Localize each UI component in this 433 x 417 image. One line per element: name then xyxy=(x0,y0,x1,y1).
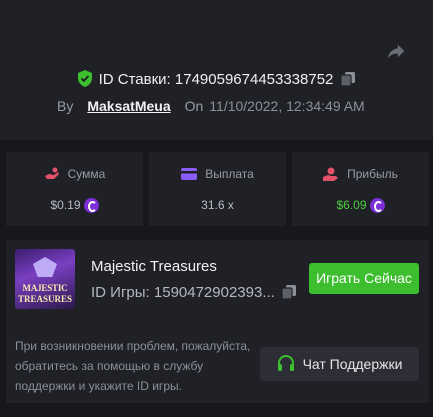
game-name: Majestic Treasures xyxy=(91,258,217,275)
support-help-text: При возникновении проблем, пожалуйста, о… xyxy=(15,339,251,393)
on-label: On xyxy=(184,98,204,114)
stat-amount-value: $0.19 xyxy=(50,198,81,212)
game-panel: MAJESTIC TREASURES Majestic Treasures ID… xyxy=(6,240,429,403)
bet-id-value: 1749059674453338752 xyxy=(174,71,334,88)
game-thumbnail[interactable]: MAJESTIC TREASURES xyxy=(15,249,75,309)
play-now-button[interactable]: Играть Сейчас xyxy=(309,263,419,294)
hand-coin-icon xyxy=(323,167,339,181)
stat-payout-label: Выплата xyxy=(205,167,254,181)
stat-profit-label: Прибыль xyxy=(347,167,398,181)
username-link[interactable]: MaksatMeua xyxy=(87,98,170,114)
bet-id-label: ID Ставки: xyxy=(98,71,171,88)
stat-profit-value: $6.09 xyxy=(336,198,367,212)
stat-payout: Выплата 31.6 x xyxy=(149,152,286,226)
stat-amount: Сумма $0.19 xyxy=(6,152,143,226)
thumbnail-title-line1: MAJESTIC xyxy=(22,283,68,293)
stat-payout-value: 31.6 x xyxy=(201,198,234,212)
bet-date: 11/10/2022, 12:34:49 AM xyxy=(209,98,365,114)
bet-stats: Сумма $0.19 Выплата 31.6 x Прибыль $6.09 xyxy=(6,152,429,226)
coin-icon xyxy=(369,198,385,213)
headset-icon xyxy=(277,355,294,371)
support-chat-label: Чат Поддержки xyxy=(302,356,403,372)
bet-meta: By MaksatMeua On 11/10/2022, 12:34:49 AM xyxy=(57,98,365,114)
card-icon xyxy=(181,168,198,180)
verified-shield-icon xyxy=(77,70,92,87)
stat-amount-label: Сумма xyxy=(67,167,106,181)
coins-hand-icon xyxy=(44,167,59,179)
share-icon[interactable] xyxy=(385,40,407,62)
game-id: ID Игры: 1590472902393... xyxy=(91,284,297,301)
gem-icon xyxy=(33,257,57,277)
copy-icon[interactable] xyxy=(340,71,356,87)
coin-icon xyxy=(83,198,99,213)
thumbnail-title-line2: TREASURES xyxy=(17,294,73,304)
stat-profit: Прибыль $6.09 xyxy=(292,152,429,226)
copy-icon[interactable] xyxy=(281,284,297,300)
bet-id-row: ID Ставки: 1749059674453338752 xyxy=(0,70,433,88)
game-id-text: ID Игры: 1590472902393... xyxy=(91,284,275,301)
support-chat-button[interactable]: Чат Поддержки xyxy=(260,347,419,381)
by-label: By xyxy=(57,98,74,114)
bet-header: ID Ставки: 1749059674453338752 By MaksatM… xyxy=(0,0,433,140)
